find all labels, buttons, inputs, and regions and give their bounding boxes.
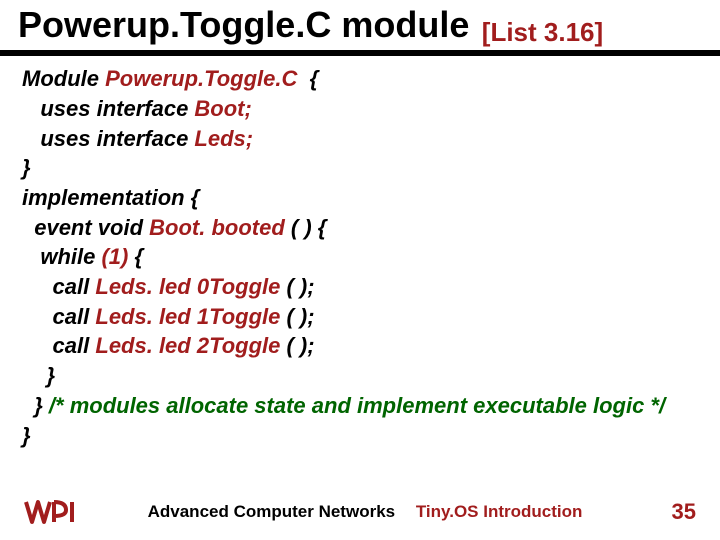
code-line: {: [304, 66, 319, 91]
footer-course: Advanced Computer Networks: [148, 502, 396, 521]
code-line: ( );: [280, 304, 314, 329]
code-line: call: [22, 333, 95, 358]
code-line: }: [22, 155, 31, 180]
listing-number: [List 3.16]: [482, 17, 603, 47]
code-line: call: [22, 274, 95, 299]
code-line: Powerup.Toggle.C: [105, 66, 303, 91]
footer-text: Advanced Computer Networks Tiny.OS Intro…: [84, 502, 646, 522]
code-line: Leds. led 1Toggle: [95, 304, 280, 329]
code-line: Leds. led 0Toggle: [95, 274, 280, 299]
code-line: }: [22, 423, 31, 448]
code-line: ( ) {: [285, 215, 327, 240]
slide: Powerup.Toggle.C module [List 3.16] Modu…: [0, 0, 720, 540]
slide-title: Powerup.Toggle.C module: [18, 4, 469, 45]
code-line: Boot;: [194, 96, 251, 121]
code-line: }: [22, 363, 55, 388]
code-line: Boot. booted: [149, 215, 285, 240]
code-line: Leds. led 2Toggle: [95, 333, 280, 358]
footer: Advanced Computer Networks Tiny.OS Intro…: [0, 498, 720, 526]
code-line: event void: [22, 215, 149, 240]
code-listing: Module Powerup.Toggle.C { uses interface…: [0, 56, 720, 450]
code-line: Leds;: [194, 126, 253, 151]
code-line: Module: [22, 66, 105, 91]
code-line: uses interface: [22, 96, 194, 121]
code-line: {: [128, 244, 143, 269]
wpi-logo-icon: [24, 498, 80, 526]
code-line: while: [22, 244, 101, 269]
title-bar: Powerup.Toggle.C module [List 3.16]: [0, 0, 720, 56]
code-line: implementation {: [22, 185, 199, 210]
code-line: ( );: [280, 274, 314, 299]
code-line: ( );: [280, 333, 314, 358]
code-line: }: [22, 393, 49, 418]
code-line: call: [22, 304, 95, 329]
footer-topic: Tiny.OS Introduction: [416, 502, 583, 521]
code-line: uses interface: [22, 126, 194, 151]
page-number: 35: [646, 499, 696, 525]
code-comment: /* modules allocate state and implement …: [49, 393, 665, 418]
code-line: (1): [101, 244, 128, 269]
